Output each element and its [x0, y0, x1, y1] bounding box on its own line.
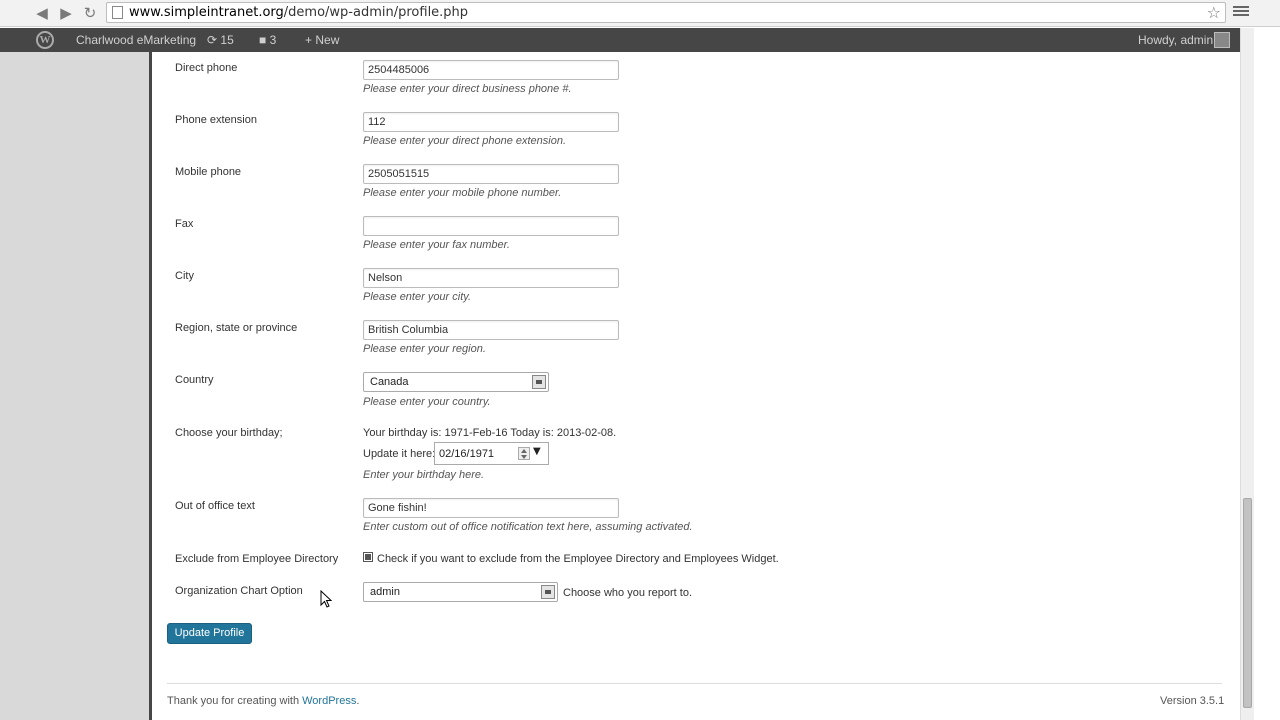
wordpress-link[interactable]: WordPress: [302, 695, 356, 707]
window-edge: [1254, 28, 1280, 720]
wordpress-logo-icon[interactable]: W: [36, 31, 54, 49]
exclude-directory-label: Exclude from Employee Directory: [175, 553, 339, 565]
mobile-phone-description: Please enter your mobile phone number.: [363, 187, 562, 199]
url-text: www.simpleintranet.org/demo/wp-admin/pro…: [129, 5, 468, 20]
city-label: City: [175, 270, 194, 282]
arrow-left-icon[interactable]: ◀: [32, 3, 52, 23]
reload-icon[interactable]: ↻: [80, 3, 100, 23]
direct-phone-label: Direct phone: [175, 62, 238, 74]
org-chart-text: Choose who you report to.: [563, 587, 693, 599]
avatar[interactable]: [1214, 32, 1230, 48]
phone-extension-field[interactable]: [363, 112, 619, 132]
plus-icon: +: [305, 33, 313, 47]
birthday-date-field[interactable]: [434, 442, 549, 465]
footer-thanks: Thank you for creating with WordPress.: [167, 695, 359, 707]
country-select[interactable]: Canada: [363, 372, 549, 392]
country-selected-value: Canada: [370, 376, 409, 388]
howdy-link[interactable]: Howdy, admin: [1138, 33, 1213, 47]
footer-thanks-suffix: .: [356, 695, 360, 707]
org-chart-selected-value: admin: [370, 586, 400, 598]
footer-version: Version 3.5.1: [1160, 695, 1225, 707]
updates-icon: ⟳: [207, 33, 218, 47]
site-name-link[interactable]: Charlwood eMarketing: [76, 33, 196, 47]
star-icon[interactable]: ☆: [1207, 3, 1221, 22]
org-chart-label: Organization Chart Option: [175, 585, 303, 597]
out-of-office-label: Out of office text: [175, 500, 255, 512]
mobile-phone-label: Mobile phone: [175, 166, 242, 178]
phone-extension-description: Please enter your direct phone extension…: [363, 135, 567, 147]
date-spinner[interactable]: [518, 447, 530, 460]
page-icon: [112, 6, 123, 19]
org-chart-select[interactable]: admin: [363, 582, 558, 602]
phone-extension-label: Phone extension: [175, 114, 257, 126]
direct-phone-description: Please enter your direct business phone …: [363, 83, 572, 95]
fax-field[interactable]: [363, 216, 619, 236]
out-of-office-description: Enter custom out of office notification …: [363, 521, 693, 533]
country-description: Please enter your country.: [363, 396, 491, 408]
address-bar[interactable]: www.simpleintranet.org/demo/wp-admin/pro…: [106, 2, 1226, 23]
admin-bar: W Charlwood eMarketing ⟳ 15 ■ 3 + New Ho…: [0, 28, 1240, 52]
new-label: New: [315, 33, 340, 47]
comment-icon: ■: [259, 33, 267, 47]
fax-description: Please enter your fax number.: [363, 239, 510, 251]
region-label: Region, state or province: [175, 322, 298, 334]
footer-divider: [167, 683, 1222, 684]
calendar-dropdown-icon[interactable]: ▼: [533, 446, 541, 457]
exclude-directory-checkbox[interactable]: [363, 552, 373, 562]
comments-count: 3: [269, 33, 277, 47]
browser-toolbar: ◀ ▶ ↻ www.simpleintranet.org/demo/wp-adm…: [0, 0, 1280, 27]
new-content-link[interactable]: + New: [305, 33, 339, 47]
footer-thanks-prefix: Thank you for creating with: [167, 695, 303, 707]
url-path: /demo/wp-admin/profile.php: [283, 5, 469, 20]
main-content: [152, 52, 1240, 720]
comments-link[interactable]: ■ 3: [259, 33, 276, 47]
arrow-right-icon[interactable]: ▶: [56, 3, 76, 23]
country-label: Country: [175, 374, 214, 386]
mouse-cursor-icon: [320, 590, 332, 608]
chevron-down-icon[interactable]: [532, 375, 546, 389]
direct-phone-field[interactable]: [363, 60, 619, 80]
city-field[interactable]: [363, 268, 619, 288]
admin-sidebar: [0, 52, 149, 720]
chevron-down-icon[interactable]: [541, 585, 555, 599]
out-of-office-field[interactable]: [363, 498, 619, 518]
region-description: Please enter your region.: [363, 343, 486, 355]
birthday-update-label: Update it here:: [363, 448, 436, 460]
updates-link[interactable]: ⟳ 15: [207, 33, 234, 47]
fax-label: Fax: [175, 218, 194, 230]
birthday-description: Enter your birthday here.: [363, 469, 485, 481]
menu-icon[interactable]: [1232, 4, 1250, 20]
birthday-info: Your birthday is: 1971-Feb-16 Today is: …: [363, 427, 617, 439]
scrollbar-thumb[interactable]: [1243, 498, 1252, 708]
exclude-directory-text: Check if you want to exclude from the Em…: [377, 553, 779, 565]
url-host: www.simpleintranet.org: [129, 5, 284, 20]
city-description: Please enter your city.: [363, 291, 472, 303]
update-profile-button[interactable]: Update Profile: [167, 623, 252, 644]
mobile-phone-field[interactable]: [363, 164, 619, 184]
scrollbar[interactable]: [1240, 28, 1254, 720]
region-field[interactable]: [363, 320, 619, 340]
updates-count: 15: [220, 33, 234, 47]
birthday-label: Choose your birthday;: [175, 427, 283, 439]
